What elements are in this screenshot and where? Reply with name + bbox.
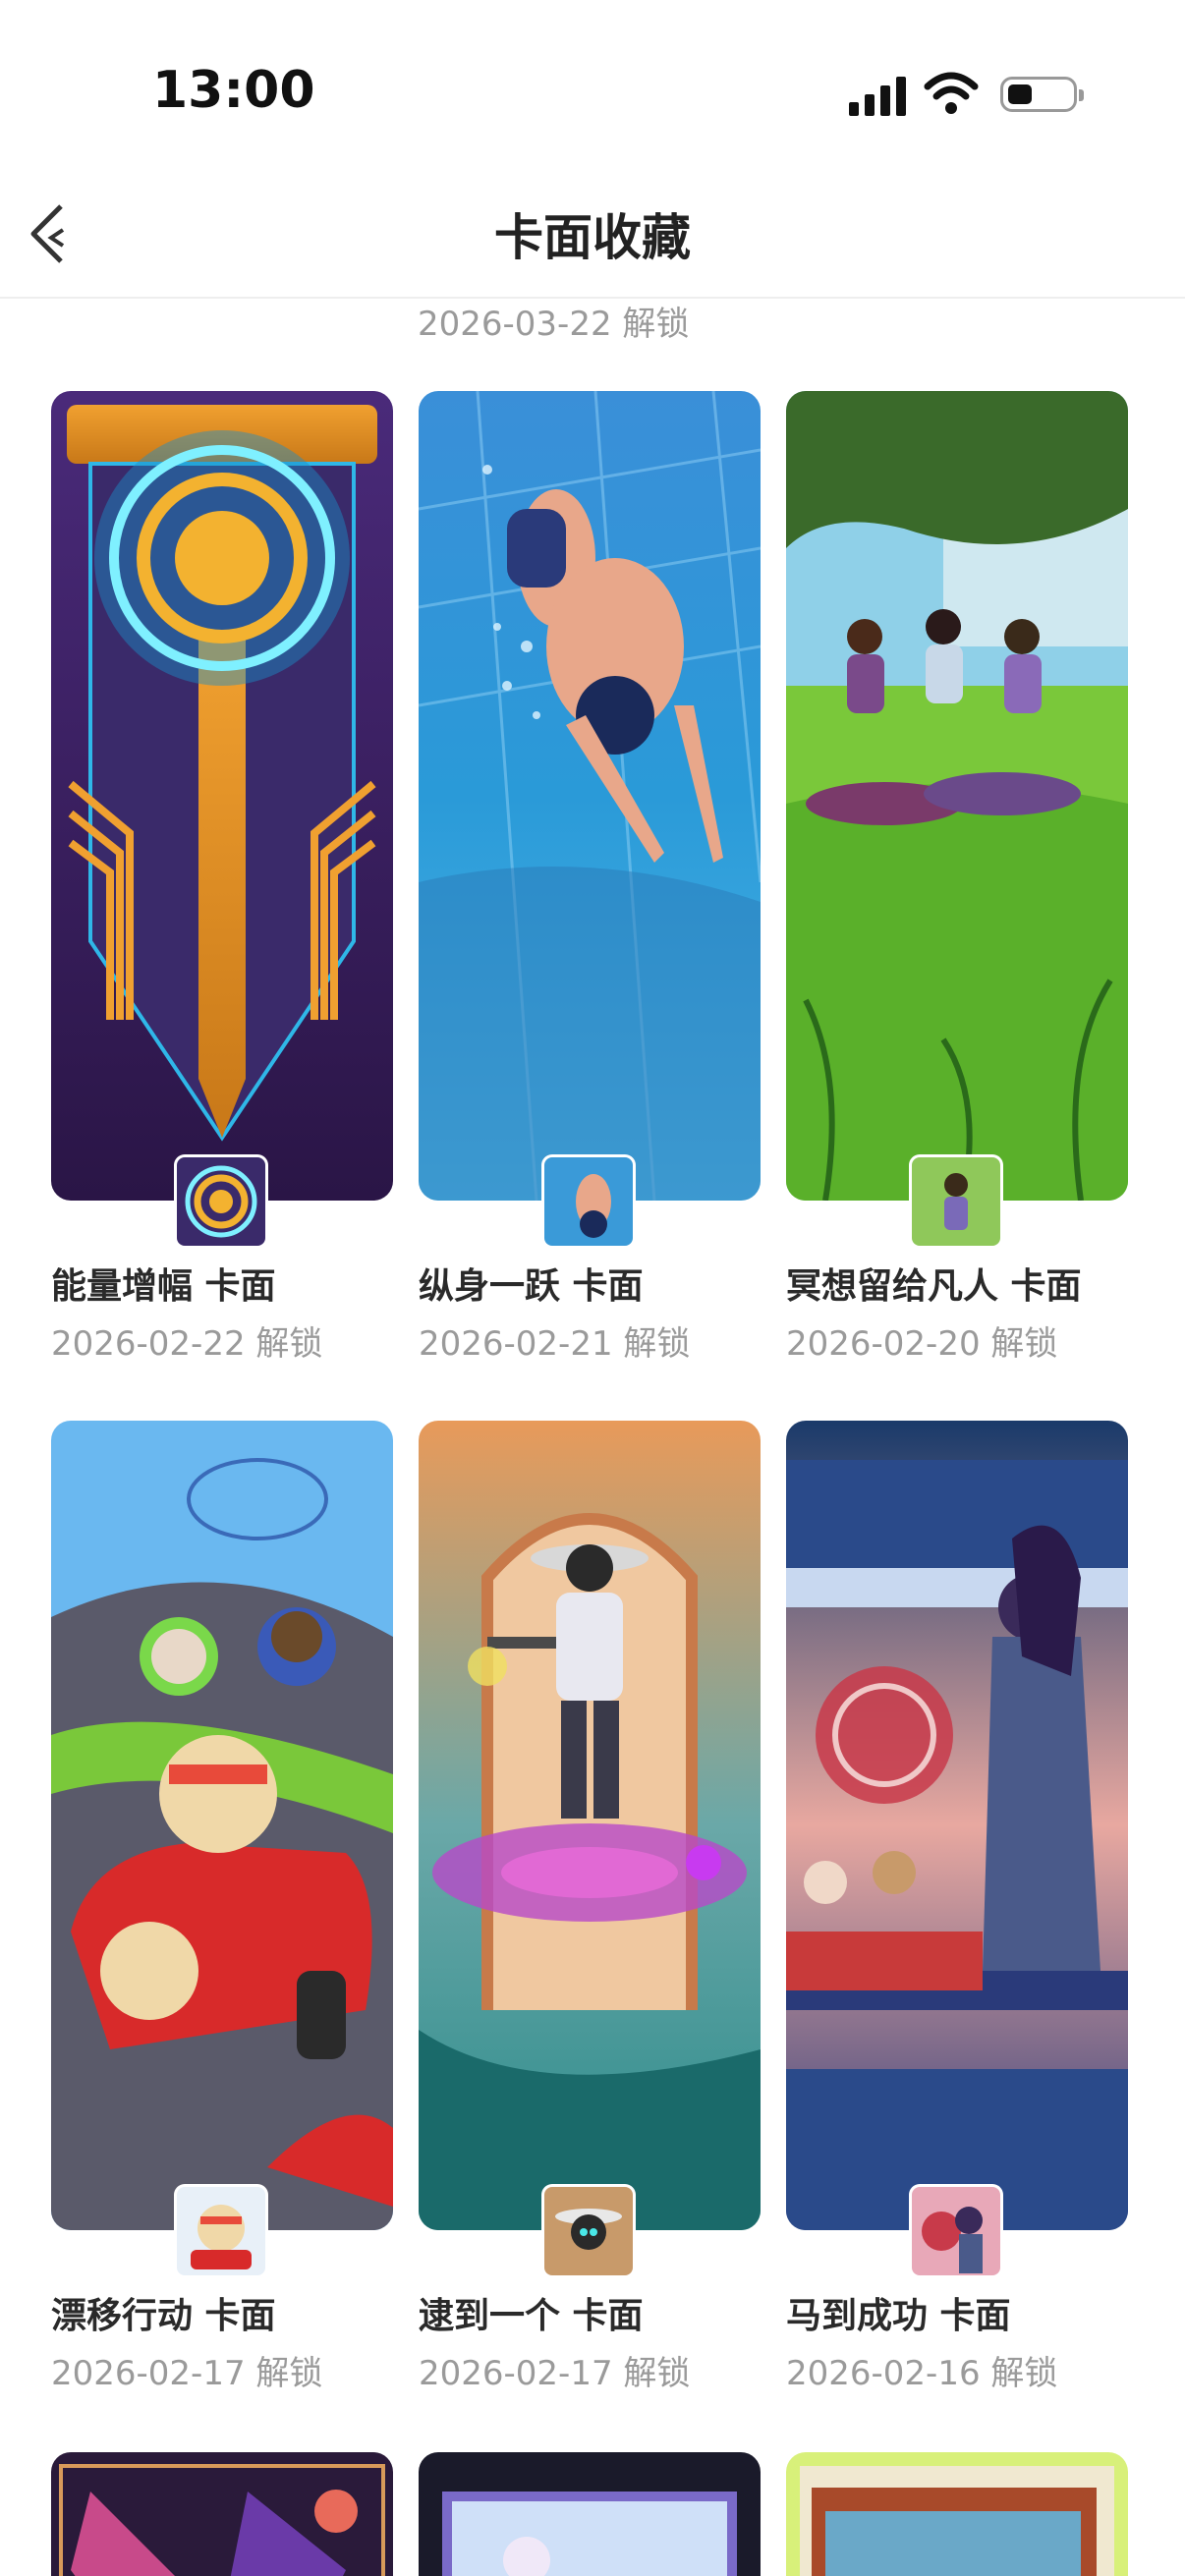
card-art-drift[interactable]: [51, 1421, 393, 2230]
card-art-partial: [786, 2452, 1128, 2576]
kart-bear-icon: [177, 2187, 265, 2275]
horse-fortune-icon: [912, 2187, 1000, 2275]
card-unlock-date: 2026-02-21 解锁: [419, 1324, 691, 1364]
meditation-icon: [912, 1157, 1000, 1246]
cowboy-icon: [544, 2187, 633, 2275]
card-art-meditation[interactable]: [786, 391, 1128, 1201]
status-time: 13:00: [152, 61, 315, 120]
card-unlock-date: 2026-02-17 解锁: [419, 2354, 691, 2393]
battery-icon: [1000, 77, 1084, 112]
card-name: 纵身一跃 卡面: [419, 1266, 644, 1307]
card-art-diver[interactable]: [419, 391, 761, 1201]
previous-card-date: 2026-03-22 解锁: [418, 305, 690, 344]
card-art-energy[interactable]: [51, 391, 393, 1201]
card-collection-grid[interactable]: 2026-03-22 解锁 能量增幅 卡面 2026-02-22 解锁 纵身一跃…: [0, 297, 1185, 2576]
energy-ring-icon: [177, 1157, 265, 1246]
card-art-caught[interactable]: [419, 1421, 761, 2230]
card-art-horse-fortune[interactable]: [786, 1421, 1128, 2230]
card-name: 漂移行动 卡面: [51, 2296, 276, 2336]
diver-icon: [544, 1157, 633, 1246]
card-unlock-date: 2026-02-20 解锁: [786, 1324, 1058, 1364]
card-item[interactable]: [419, 2452, 761, 2576]
card-name: 马到成功 卡面: [786, 2296, 1011, 2336]
card-item[interactable]: [51, 2452, 393, 2576]
card-art-partial: [51, 2452, 393, 2576]
card-name: 逮到一个 卡面: [419, 2296, 644, 2336]
cellular-signal-icon: [849, 75, 908, 116]
card-name: 冥想留给凡人 卡面: [786, 1266, 1082, 1307]
card-unlock-date: 2026-02-17 解锁: [51, 2354, 323, 2393]
card-item[interactable]: [786, 2452, 1128, 2576]
wifi-icon: [924, 72, 979, 114]
card-unlock-date: 2026-02-16 解锁: [786, 2354, 1058, 2393]
card-art-partial: [419, 2452, 761, 2576]
card-name: 能量增幅 卡面: [51, 1266, 276, 1307]
status-bar: 13:00: [0, 0, 1185, 187]
page-title: 卡面收藏: [494, 209, 691, 266]
card-unlock-date: 2026-02-22 解锁: [51, 1324, 323, 1364]
